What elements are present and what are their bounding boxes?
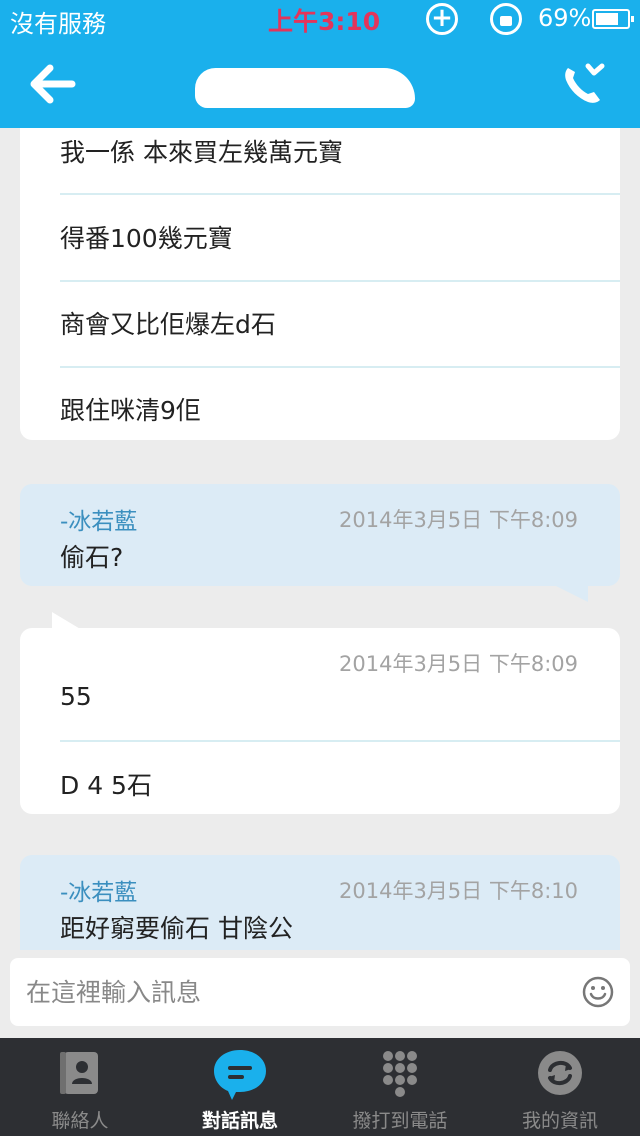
message-timestamp: 2014年3月5日 下午8:09 <box>339 652 578 676</box>
conversation-header <box>0 40 640 128</box>
status-bar: 沒有服務 上午3:10 + 69% <box>0 0 640 40</box>
dialpad-icon <box>376 1048 424 1098</box>
sender-name: -冰若藍 <box>60 509 138 535</box>
clock: 上午3:10 <box>268 7 381 36</box>
battery-percent: 69% <box>538 4 592 32</box>
message-text: 距好窮要偷石 甘陰公 <box>60 914 293 943</box>
divider <box>60 740 620 742</box>
message-line: 我一係 本來買左幾萬元寶 <box>60 138 343 167</box>
chat-bubble-icon <box>210 1046 270 1102</box>
phone-icon[interactable] <box>558 60 606 108</box>
tab-contacts[interactable]: 聯絡人 <box>0 1038 160 1136</box>
message-bubble-outgoing: -冰若藍 2014年3月5日 下午8:10 距好窮要偷石 甘陰公 <box>20 855 620 950</box>
tab-label: 對話訊息 <box>201 1110 278 1132</box>
message-text: 偷石? <box>60 543 124 572</box>
message-input[interactable] <box>26 968 566 1016</box>
tab-label: 我的資訊 <box>521 1110 598 1132</box>
divider <box>60 280 620 282</box>
divider <box>60 193 620 195</box>
message-timestamp: 2014年3月5日 下午8:09 <box>339 508 578 532</box>
composer-bar <box>0 950 640 1038</box>
bubble-tail <box>552 584 588 602</box>
profile-icon <box>536 1048 584 1098</box>
tab-label: 撥打到電話 <box>352 1110 448 1132</box>
message-line: 商會又比佢爆左d石 <box>60 310 276 339</box>
rotation-lock-icon <box>490 3 522 35</box>
contact-name-redacted <box>195 68 415 108</box>
arrow-left-icon[interactable] <box>28 60 76 108</box>
message-list[interactable]: 我一係 本來買左幾萬元寶 得番100幾元寶 商會又比佢爆左d石 跟住咪清9佢 -… <box>0 128 640 950</box>
message-bubble-outgoing: -冰若藍 2014年3月5日 下午8:09 偷石? <box>20 484 620 586</box>
bubble-tail <box>52 612 82 630</box>
smiley-icon[interactable] <box>582 976 614 1008</box>
message-line: 跟住咪清9佢 <box>60 396 201 425</box>
message-timestamp: 2014年3月5日 下午8:10 <box>339 879 578 903</box>
tab-dialpad[interactable]: 撥打到電話 <box>320 1038 480 1136</box>
contacts-icon <box>56 1048 104 1098</box>
tab-my-info[interactable]: 我的資訊 <box>480 1038 640 1136</box>
message-line: 得番100幾元寶 <box>60 224 233 253</box>
plus-icon: + <box>426 3 458 35</box>
sender-name: -冰若藍 <box>60 880 138 906</box>
message-line: 55 <box>60 682 92 711</box>
message-line: D 4 5石 <box>60 771 152 800</box>
carrier-label: 沒有服務 <box>10 10 106 38</box>
message-bubble-incoming: 我一係 本來買左幾萬元寶 得番100幾元寶 商會又比佢爆左d石 跟住咪清9佢 <box>20 128 620 440</box>
composer-box <box>10 958 630 1026</box>
message-bubble-incoming: 2014年3月5日 下午8:09 55 D 4 5石 <box>20 628 620 814</box>
divider <box>60 366 620 368</box>
battery-icon <box>592 9 634 29</box>
tab-conversations[interactable]: 對話訊息 <box>160 1038 320 1136</box>
tab-bar: 聯絡人 對話訊息 撥打到電話 我的資訊 <box>0 1038 640 1136</box>
tab-label: 聯絡人 <box>51 1110 109 1132</box>
